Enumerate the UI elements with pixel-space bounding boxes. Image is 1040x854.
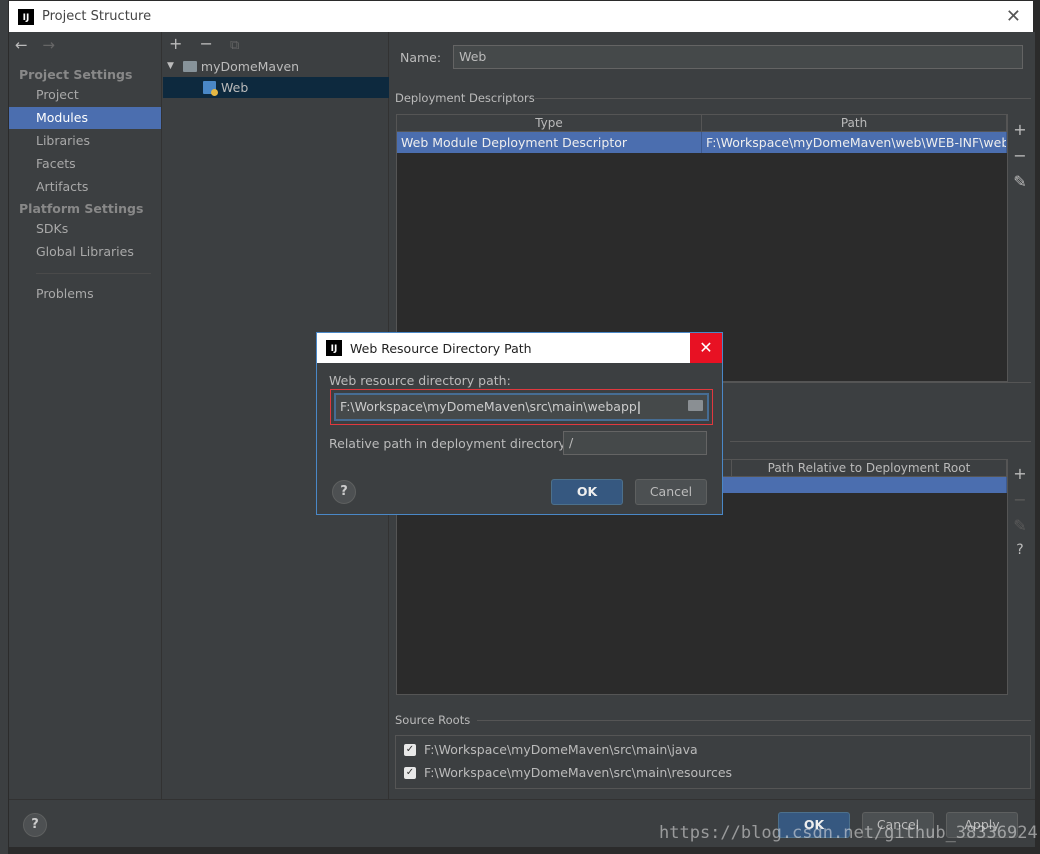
highlight-box: F:\Workspace\myDomeMaven\src\main\webapp… (330, 389, 713, 425)
nav-item-artifacts[interactable]: Artifacts (9, 176, 161, 198)
copy-icon[interactable]: ⧉ (230, 38, 239, 53)
tree-node-root[interactable]: ▼ myDomeMaven (167, 56, 299, 77)
checkbox-icon[interactable]: ✓ (404, 766, 416, 779)
add-icon[interactable]: + (169, 34, 182, 53)
relative-path-field[interactable]: / (563, 431, 707, 455)
web-resource-path-value: F:\Workspace\myDomeMaven\src\main\webapp (340, 399, 637, 414)
tree-node-web[interactable]: Web (163, 77, 389, 98)
web-resources-toolbar: + − ✎ ? (1012, 464, 1028, 568)
source-root-path: F:\Workspace\myDomeMaven\src\main\resour… (424, 765, 733, 780)
tree-node-root-label: myDomeMaven (200, 59, 300, 74)
source-root-row[interactable]: ✓ F:\Workspace\myDomeMaven\src\main\reso… (404, 765, 732, 780)
deployment-descriptors-label: Deployment Descriptors (395, 91, 535, 105)
ij-logo-icon: IJ (18, 8, 34, 25)
nav-item-global-libraries[interactable]: Global Libraries (9, 241, 161, 263)
window-close-icon[interactable]: ✕ (1006, 6, 1021, 27)
web-module-icon (203, 81, 218, 96)
source-roots-list: ✓ F:\Workspace\myDomeMaven\src\main\java… (395, 735, 1031, 789)
ij-logo-icon: IJ (326, 340, 342, 356)
remove-icon[interactable]: − (200, 34, 213, 53)
add-descriptor-icon[interactable]: + (1012, 120, 1028, 146)
descriptors-table-header: Type Path (397, 115, 1007, 132)
checkbox-icon[interactable]: ✓ (404, 743, 416, 756)
remove-descriptor-icon[interactable]: − (1012, 146, 1028, 172)
watermark-text: https://blog.csdn.net/github_38336924 (659, 823, 1038, 843)
window-titlebar: IJ Project Structure ✕ (9, 1, 1033, 32)
source-root-path: F:\Workspace\myDomeMaven\src\main\java (424, 742, 698, 757)
forward-arrow-icon[interactable]: → (42, 36, 55, 54)
nav-item-modules[interactable]: Modules (9, 107, 161, 129)
edit-resource-icon[interactable]: ✎ (1012, 516, 1028, 542)
nav-item-project[interactable]: Project (9, 84, 161, 106)
dialog-ok-button[interactable]: OK (551, 479, 623, 505)
group-divider (535, 98, 1031, 99)
group-divider (730, 441, 1031, 442)
edit-descriptor-icon[interactable]: ✎ (1012, 172, 1028, 198)
platform-settings-header: Platform Settings (19, 201, 144, 216)
expand-arrow-icon[interactable]: ▼ (167, 56, 174, 77)
nav-item-problems[interactable]: Problems (9, 283, 161, 305)
folder-open-icon[interactable] (688, 400, 703, 411)
web-resource-directory-dialog: IJ Web Resource Directory Path ✕ Web res… (316, 332, 723, 515)
project-settings-header: Project Settings (19, 67, 133, 82)
desktop-background: IJ Project Structure ✕ ← → Project Setti… (0, 0, 1040, 854)
column-header-path[interactable]: Path (702, 115, 1007, 131)
window-title: Project Structure (42, 9, 152, 24)
descriptor-path-cell: F:\Workspace\myDomeMaven\web\WEB-INF\web… (702, 132, 1007, 153)
nav-item-libraries[interactable]: Libraries (9, 130, 161, 152)
name-field[interactable]: Web (453, 45, 1024, 69)
dialog-titlebar: IJ Web Resource Directory Path (317, 333, 722, 363)
dialog-help-button[interactable]: ? (332, 480, 356, 504)
source-root-row[interactable]: ✓ F:\Workspace\myDomeMaven\src\main\java (404, 742, 698, 757)
nav-divider (36, 273, 151, 274)
group-divider (477, 720, 1031, 721)
tree-toolbar: + − ⧉ (169, 34, 251, 53)
back-arrow-icon[interactable]: ← (15, 36, 28, 54)
web-resource-path-field[interactable]: F:\Workspace\myDomeMaven\src\main\webapp… (334, 393, 709, 421)
dialog-cancel-button[interactable]: Cancel (635, 479, 707, 505)
web-resource-path-label: Web resource directory path: (329, 373, 511, 388)
folder-icon (182, 61, 197, 72)
ide-background-edge (0, 0, 8, 854)
tree-node-web-label: Web (221, 80, 249, 95)
column-header-relative-path[interactable]: Path Relative to Deployment Root (732, 460, 1007, 476)
help-resource-icon[interactable]: ? (1012, 542, 1028, 568)
dialog-close-icon[interactable]: ✕ (690, 333, 722, 363)
remove-resource-icon[interactable]: − (1012, 490, 1028, 516)
table-row[interactable]: Web Module Deployment Descriptor F:\Work… (397, 132, 1007, 153)
relative-path-label: Relative path in deployment directory: (329, 436, 570, 451)
help-button[interactable]: ? (23, 813, 47, 837)
nav-arrows: ← → (15, 36, 65, 54)
descriptors-toolbar: + − ✎ (1012, 120, 1028, 198)
name-label: Name: (400, 49, 442, 65)
source-roots-label: Source Roots (395, 713, 471, 727)
nav-item-sdks[interactable]: SDKs (9, 218, 161, 240)
nav-item-facets[interactable]: Facets (9, 153, 161, 175)
descriptor-type-cell: Web Module Deployment Descriptor (397, 132, 702, 153)
add-resource-icon[interactable]: + (1012, 464, 1028, 490)
column-header-type[interactable]: Type (397, 115, 702, 131)
name-row: Name: Web (400, 45, 1024, 69)
settings-navigation: ← → Project Settings Project Modules Lib… (9, 32, 162, 799)
dialog-title: Web Resource Directory Path (350, 340, 532, 356)
